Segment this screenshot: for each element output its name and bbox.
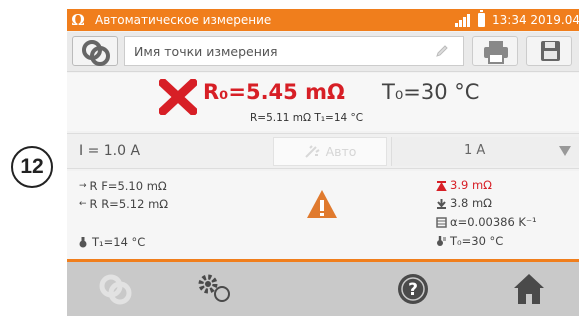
- ambient-temperature-value: T₁=14 °C: [92, 235, 146, 249]
- auto-button[interactable]: Авто: [273, 137, 387, 166]
- point-name-placeholder: Имя точки измерения: [134, 44, 278, 59]
- pencil-icon: [436, 45, 448, 57]
- ambient-temperature: T₁=14 °C: [77, 235, 145, 249]
- signal-strength-icon: [455, 14, 470, 27]
- bottom-toolbar: ?: [67, 262, 579, 316]
- alpha-coefficient: α=0.00386 K⁻¹: [436, 215, 537, 229]
- forward-resistance-value: R F=5.10 mΩ: [89, 179, 167, 193]
- upper-limit-icon: [436, 180, 447, 191]
- forward-resistance: → R F=5.10 mΩ: [79, 179, 167, 193]
- fail-x-icon: [159, 79, 197, 115]
- probe-icon: [99, 274, 132, 305]
- auto-icon: [304, 144, 320, 158]
- battery-icon: [478, 10, 485, 27]
- home-button[interactable]: [499, 269, 559, 309]
- reference-temperature: T₀=30 °C: [436, 234, 503, 248]
- lower-limit: 3.8 mΩ: [436, 196, 492, 210]
- probe-toolbar-button[interactable]: [85, 269, 145, 309]
- gears-icon: [198, 274, 230, 302]
- warning-icon: [307, 190, 337, 218]
- save-button[interactable]: [526, 36, 572, 66]
- point-name-input[interactable]: Имя точки измерения: [124, 36, 464, 66]
- settings-button[interactable]: [185, 269, 245, 309]
- upper-limit-value: 3.9 mΩ: [450, 178, 492, 192]
- current-range-value: 1 A: [464, 143, 486, 158]
- main-resistance-value: R₀=5.45 mΩ: [203, 80, 345, 104]
- step-number-badge: 12: [11, 146, 53, 188]
- main-temperature-value: T₀=30 °C: [382, 80, 480, 104]
- omega-icon: Ω: [71, 11, 85, 29]
- result-panel: R₀=5.45 mΩ T₀=30 °C R=5.11 mΩ T₁=14 °C: [67, 73, 579, 131]
- test-current-label: I = 1.0 A: [79, 143, 141, 159]
- svg-text:?: ?: [408, 280, 418, 300]
- reverse-resistance: ← R R=5.12 mΩ: [79, 197, 168, 211]
- dropdown-arrow-icon: [559, 146, 571, 156]
- current-row: I = 1.0 A Авто 1 A: [67, 133, 579, 169]
- printer-icon: [484, 41, 508, 64]
- screen-title: Автоматическое измерение: [95, 13, 272, 27]
- reference-temperature-value: T₀=30 °C: [450, 234, 504, 248]
- material-icon: [436, 216, 447, 228]
- home-icon: [514, 274, 544, 304]
- status-bar: Ω Автоматическое измерение 13:34 2019.04…: [67, 9, 579, 31]
- probe-button[interactable]: [72, 36, 118, 66]
- device-screen: Ω Автоматическое измерение 13:34 2019.04…: [67, 9, 579, 316]
- upper-limit: 3.9 mΩ: [436, 178, 492, 192]
- help-question-icon: ?: [398, 274, 428, 304]
- lower-limit-icon: [437, 198, 446, 209]
- alpha-coefficient-value: α=0.00386 K⁻¹: [450, 215, 537, 229]
- reverse-resistance-value: R R=5.12 mΩ: [89, 197, 169, 211]
- print-button[interactable]: [472, 36, 518, 66]
- datetime: 13:34 2019.04.10: [492, 13, 579, 27]
- details-panel: → R F=5.10 mΩ ← R R=5.12 mΩ T₁=14 °C 3.9…: [67, 171, 579, 259]
- measurement-point-bar: Имя точки измерения: [67, 32, 579, 72]
- thermometer-icon: [79, 237, 87, 248]
- probe-icon: [82, 40, 110, 66]
- reference-thermometer-icon: [437, 236, 446, 246]
- help-button[interactable]: ?: [383, 269, 443, 309]
- measured-sub-values: R=5.11 mΩ T₁=14 °C: [250, 112, 364, 124]
- current-range-select[interactable]: 1 A: [391, 137, 579, 166]
- lower-limit-value: 3.8 mΩ: [450, 196, 492, 210]
- arrow-right-icon: →: [79, 181, 87, 191]
- floppy-disk-icon: [541, 41, 560, 61]
- auto-label: Авто: [325, 144, 357, 159]
- arrow-left-icon: ←: [79, 199, 87, 209]
